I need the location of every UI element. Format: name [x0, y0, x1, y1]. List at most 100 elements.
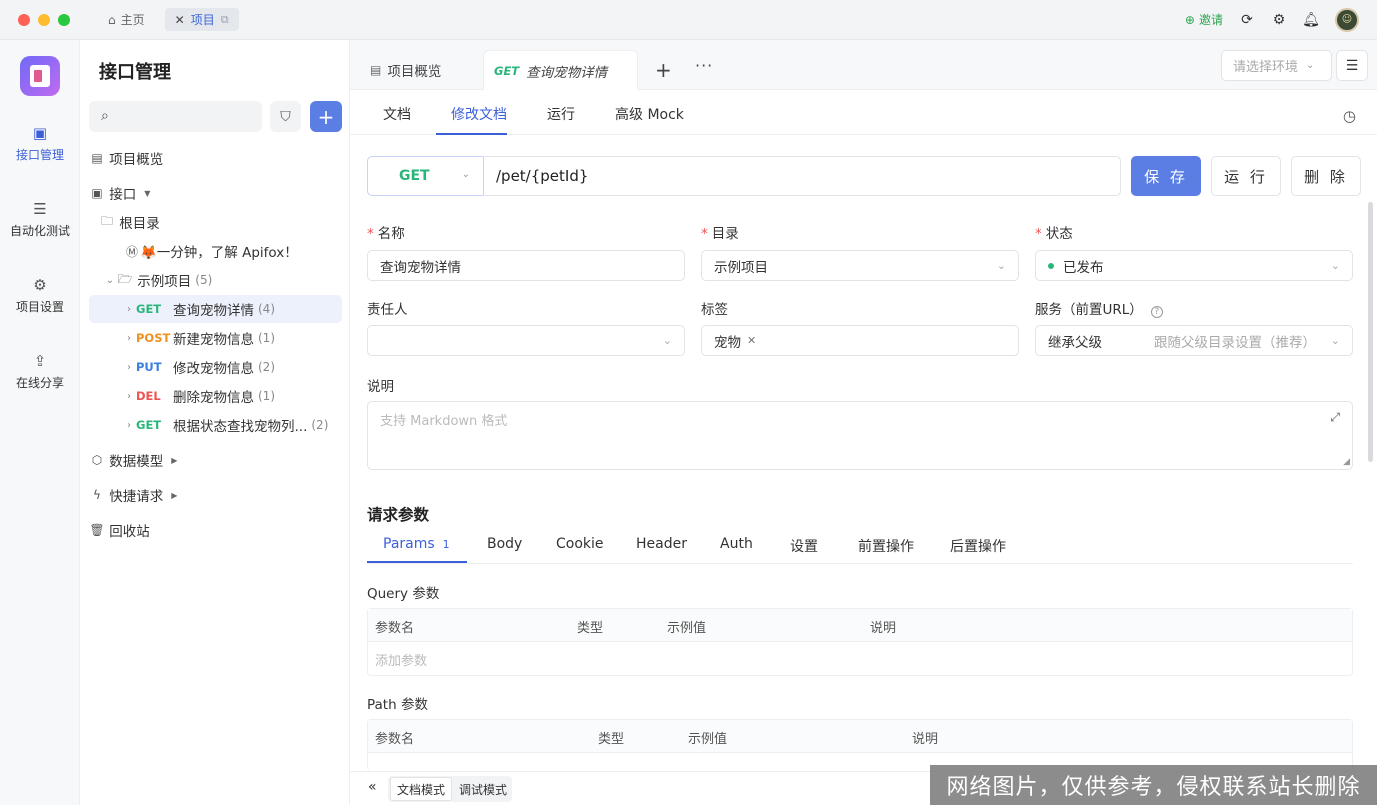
tree-item-api[interactable]: ▣ 接口 ▼	[89, 179, 342, 207]
tags-field[interactable]: 宠物 ✕	[701, 325, 1019, 356]
column-header: 参数名	[375, 732, 415, 747]
tab-params[interactable]: Params 1	[383, 536, 450, 552]
tab-pre-actions[interactable]: 前置操作	[858, 536, 914, 556]
tree-item-endpoint[interactable]: › PUT 修改宠物信息 (2)	[89, 353, 342, 381]
directory-select[interactable]: 示例项目 ⌄	[701, 250, 1019, 281]
tab-auth[interactable]: Auth	[720, 536, 753, 552]
bell-icon[interactable]: 🔔︎	[1302, 12, 1320, 28]
rail-item-project-settings[interactable]: ⚙ 项目设置	[0, 276, 80, 315]
tag-label: 宠物	[714, 334, 741, 351]
tree-item-label: 数据模型	[109, 454, 164, 470]
scrollbar[interactable]	[1368, 202, 1373, 462]
tab-project-overview[interactable]: ▤ 项目概览	[370, 50, 441, 90]
method-select[interactable]: GET ⌄	[367, 156, 484, 196]
overview-icon: ▤	[370, 63, 382, 77]
rail-item-share[interactable]: ⇪ 在线分享	[0, 352, 80, 391]
tab-settings[interactable]: 设置	[790, 536, 818, 556]
query-params-table: 参数名 类型 示例值 说明 添加参数	[367, 608, 1353, 676]
history-icon[interactable]: ◷	[1343, 107, 1356, 125]
new-tab-icon[interactable]: +	[655, 58, 672, 82]
tab-edit-docs[interactable]: 修改文档	[451, 104, 507, 124]
search-icon: ⌕	[101, 108, 109, 124]
tree-item-root-dir[interactable]: 🗀 根目录	[89, 208, 342, 236]
tree-item-label: 根据状态查找宠物列...	[173, 419, 308, 435]
resize-handle-icon[interactable]: ◢	[1343, 457, 1350, 467]
tab-advanced-mock[interactable]: 高级 Mock	[615, 104, 684, 124]
directory-value: 示例项目	[714, 259, 768, 276]
filter-button[interactable]: ⛉	[270, 101, 301, 132]
delete-button[interactable]: 删 除	[1291, 156, 1361, 196]
tree-item-overview[interactable]: ▤ 项目概览	[89, 144, 342, 172]
method-badge: GET	[136, 418, 162, 432]
home-tab-label: 主页	[120, 13, 145, 27]
rail-item-label: 自动化测试	[9, 224, 70, 238]
column-header: 说明	[870, 621, 897, 636]
app-logo	[20, 56, 60, 96]
close-tab-icon[interactable]: ✕	[175, 13, 185, 27]
method-badge: GET	[494, 63, 520, 78]
tab-body[interactable]: Body	[487, 536, 522, 552]
status-select[interactable]: 已发布 ⌄	[1035, 250, 1353, 281]
doc-mode-button[interactable]: 文档模式	[390, 777, 453, 801]
service-select[interactable]: 继承父级 跟随父级目录设置（推荐） ⌄	[1035, 325, 1353, 356]
tree-item-label: 根目录	[119, 216, 160, 232]
tab-post-actions[interactable]: 后置操作	[950, 536, 1006, 556]
tree-item-endpoint[interactable]: › GET 根据状态查找宠物列... (2)	[89, 411, 342, 439]
tree-item-label: 新建宠物信息	[173, 332, 254, 348]
tab-cookie[interactable]: Cookie	[556, 536, 604, 552]
project-tab[interactable]: ✕ 项目 ⧉	[164, 8, 239, 31]
menu-button[interactable]: ☰	[1336, 50, 1368, 81]
rail-item-api-management[interactable]: ▣ 接口管理	[0, 124, 80, 163]
tab-docs[interactable]: 文档	[383, 104, 411, 124]
rail-item-automation[interactable]: ☰ 自动化测试	[0, 200, 80, 239]
tree-item-endpoint[interactable]: › POST 新建宠物信息 (1)	[89, 324, 342, 352]
debug-mode-button[interactable]: 调试模式	[453, 777, 513, 801]
search-input[interactable]: ⌕	[89, 101, 262, 132]
minimize-window-button[interactable]	[38, 13, 50, 26]
url-input[interactable]: /pet/{petId}	[483, 156, 1121, 196]
tree-item-endpoint[interactable]: › GET 查询宠物详情 (4)	[89, 295, 342, 323]
tree-item-quick-request[interactable]: ϟ 快捷请求 ▶	[89, 481, 342, 509]
save-button[interactable]: 保 存	[1131, 156, 1201, 196]
chevron-down-icon: ⌄	[1306, 60, 1315, 71]
url-value: /pet/{petId}	[496, 167, 589, 185]
external-window-icon[interactable]: ⧉	[221, 13, 229, 27]
tree-item-endpoint[interactable]: › DEL 删除宠物信息 (1)	[89, 382, 342, 410]
avatar[interactable]: ☺	[1335, 7, 1359, 32]
tree-item-example-folder[interactable]: ⌄ 🗁 示例项目 (5)	[89, 266, 342, 294]
expand-icon[interactable]: ⤢	[1330, 410, 1340, 425]
owner-select[interactable]: ⌄	[367, 325, 685, 356]
tree-item-label: 回收站	[109, 524, 150, 540]
rail-item-label: 项目设置	[15, 300, 64, 314]
tree-item-data-model[interactable]: ⬡ 数据模型 ▶	[89, 446, 342, 474]
tree-item-count: (2)	[311, 418, 329, 432]
title-bar: ⌂ 主页 ✕ 项目 ⧉ ⊕ 邀请 ⟳ ⚙ 🔔︎ ☺	[0, 0, 1377, 40]
name-field[interactable]: 查询宠物详情	[367, 250, 685, 281]
status-value: 已发布	[1063, 259, 1104, 276]
sync-icon[interactable]: ⟳	[1239, 12, 1255, 28]
maximize-window-button[interactable]	[58, 13, 70, 26]
chevron-down-icon: ⌄	[662, 334, 672, 347]
tab-run[interactable]: 运行	[547, 104, 575, 124]
tree-item-intro-doc[interactable]: Ⓜ 🦊一分钟，了解 Apifox！	[89, 237, 342, 265]
run-button[interactable]: 运 行	[1211, 156, 1281, 196]
tab-endpoint-detail[interactable]: GET 查询宠物详情	[483, 50, 638, 90]
remove-tag-icon[interactable]: ✕	[747, 334, 756, 347]
service-value: 继承父级	[1048, 334, 1102, 351]
tab-header[interactable]: Header	[636, 536, 687, 552]
column-header: 类型	[598, 732, 625, 747]
query-params-label: Query 参数	[367, 586, 440, 602]
description-textarea[interactable]: 支持 Markdown 格式 ⤢ ◢	[367, 401, 1353, 470]
invite-button[interactable]: ⊕ 邀请	[1185, 11, 1223, 28]
column-header: 示例值	[688, 732, 728, 747]
collapse-left-icon[interactable]: «	[368, 779, 377, 795]
main-panel: ▤ 项目概览 GET 查询宠物详情 + ··· 请选择环境 ⌄ ☰ 文档 修改文…	[350, 40, 1377, 805]
tree-item-recycle-bin[interactable]: 🗑︎ 回收站	[89, 516, 342, 544]
environment-select[interactable]: 请选择环境 ⌄	[1221, 50, 1332, 81]
gear-icon[interactable]: ⚙	[1271, 12, 1287, 28]
more-icon[interactable]: ···	[695, 56, 713, 75]
close-window-button[interactable]	[18, 13, 30, 26]
add-param-row[interactable]: 添加参数	[368, 642, 1352, 675]
home-tab[interactable]: ⌂ 主页	[108, 11, 145, 28]
add-button[interactable]: +	[310, 101, 342, 132]
